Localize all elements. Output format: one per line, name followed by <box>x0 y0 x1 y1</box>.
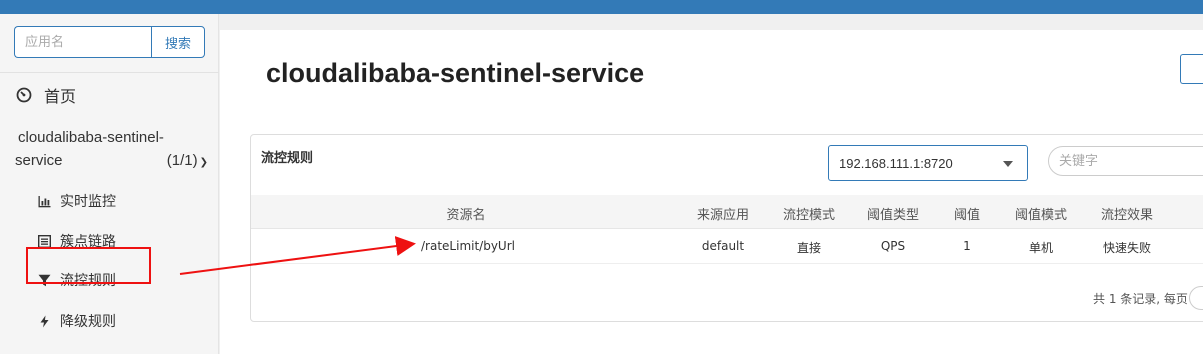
cell-strategy: 直接 <box>796 241 821 255</box>
sidebar: 搜索 首页 cloudalibaba-sentinel- service (1/… <box>0 14 219 354</box>
sidebar-item-home[interactable]: 首页 <box>16 84 76 106</box>
app-search-input[interactable] <box>14 26 151 58</box>
column-header[interactable]: 来源应用 <box>683 204 763 223</box>
flow-rules-panel: 流控规则 192.168.111.1:8720 资源名 来源应用 流控模式 阈值… <box>250 134 1203 322</box>
app-name-line1: cloudalibaba-sentinel- <box>18 129 164 146</box>
column-header[interactable]: 阈值模式 <box>1001 204 1081 223</box>
cell-cluster-mode: 单机 <box>1028 241 1053 255</box>
search-button[interactable]: 搜索 <box>151 26 205 58</box>
machine-select-value: 192.168.111.1:8720 <box>839 155 953 171</box>
table-header: 资源名 来源应用 流控模式 阈值类型 阈值 阈值模式 流控效果 <box>251 195 1203 229</box>
app-search: 搜索 <box>14 26 205 58</box>
machine-select[interactable]: 192.168.111.1:8720 <box>828 145 1028 181</box>
caret-down-icon <box>1003 161 1013 167</box>
sidebar-item-label: 首页 <box>44 87 77 106</box>
column-header[interactable]: 流控模式 <box>769 204 849 223</box>
sidebar-item-realtime-monitor[interactable]: 实时监控 <box>38 190 116 212</box>
sidebar-app-group[interactable]: cloudalibaba-sentinel- service (1/1) ❯ <box>15 126 208 174</box>
top-nav-bar <box>0 0 1203 14</box>
app-machine-count: (1/1) <box>166 152 198 169</box>
dashboard-icon <box>16 87 32 103</box>
bar-chart-icon <box>38 195 51 207</box>
keyword-search-input[interactable] <box>1048 146 1203 176</box>
page-size-select[interactable] <box>1189 286 1203 310</box>
main-content: cloudalibaba-sentinel-service 流控规则 192.1… <box>220 30 1203 354</box>
annotation-highlight-box <box>26 247 151 284</box>
page-title: cloudalibaba-sentinel-service <box>266 58 645 88</box>
cell-grade: QPS <box>880 239 906 253</box>
sidebar-item-degrade-rules[interactable]: 降级规则 <box>38 310 116 332</box>
pagination-info: 共 1 条记录, 每页 <box>1093 292 1188 306</box>
cell-limit-app: default <box>701 239 745 253</box>
column-header[interactable]: 阈值 <box>937 204 997 223</box>
add-rule-button[interactable] <box>1180 54 1203 84</box>
cell-count: 1 <box>963 239 971 253</box>
column-header[interactable]: 流控效果 <box>1087 204 1167 223</box>
cell-control-behavior: 快速失败 <box>1102 241 1151 255</box>
flash-icon <box>40 315 49 327</box>
sidebar-item-label: 降级规则 <box>60 314 116 330</box>
cell-resource-name: /rateLimit/byUrl <box>421 239 515 253</box>
sidebar-divider <box>0 72 219 73</box>
column-header[interactable]: 阈值类型 <box>853 204 933 223</box>
column-header[interactable]: 资源名 <box>251 204 681 223</box>
chevron-down-icon: ❯ <box>199 157 208 168</box>
table-row: /rateLimit/byUrl default 直接 QPS 1 单机 快速失… <box>251 230 1203 264</box>
sidebar-item-label: 实时监控 <box>60 194 116 210</box>
app-name-line2: service <box>15 152 63 169</box>
list-icon <box>38 234 51 248</box>
panel-title: 流控规则 <box>261 151 314 166</box>
